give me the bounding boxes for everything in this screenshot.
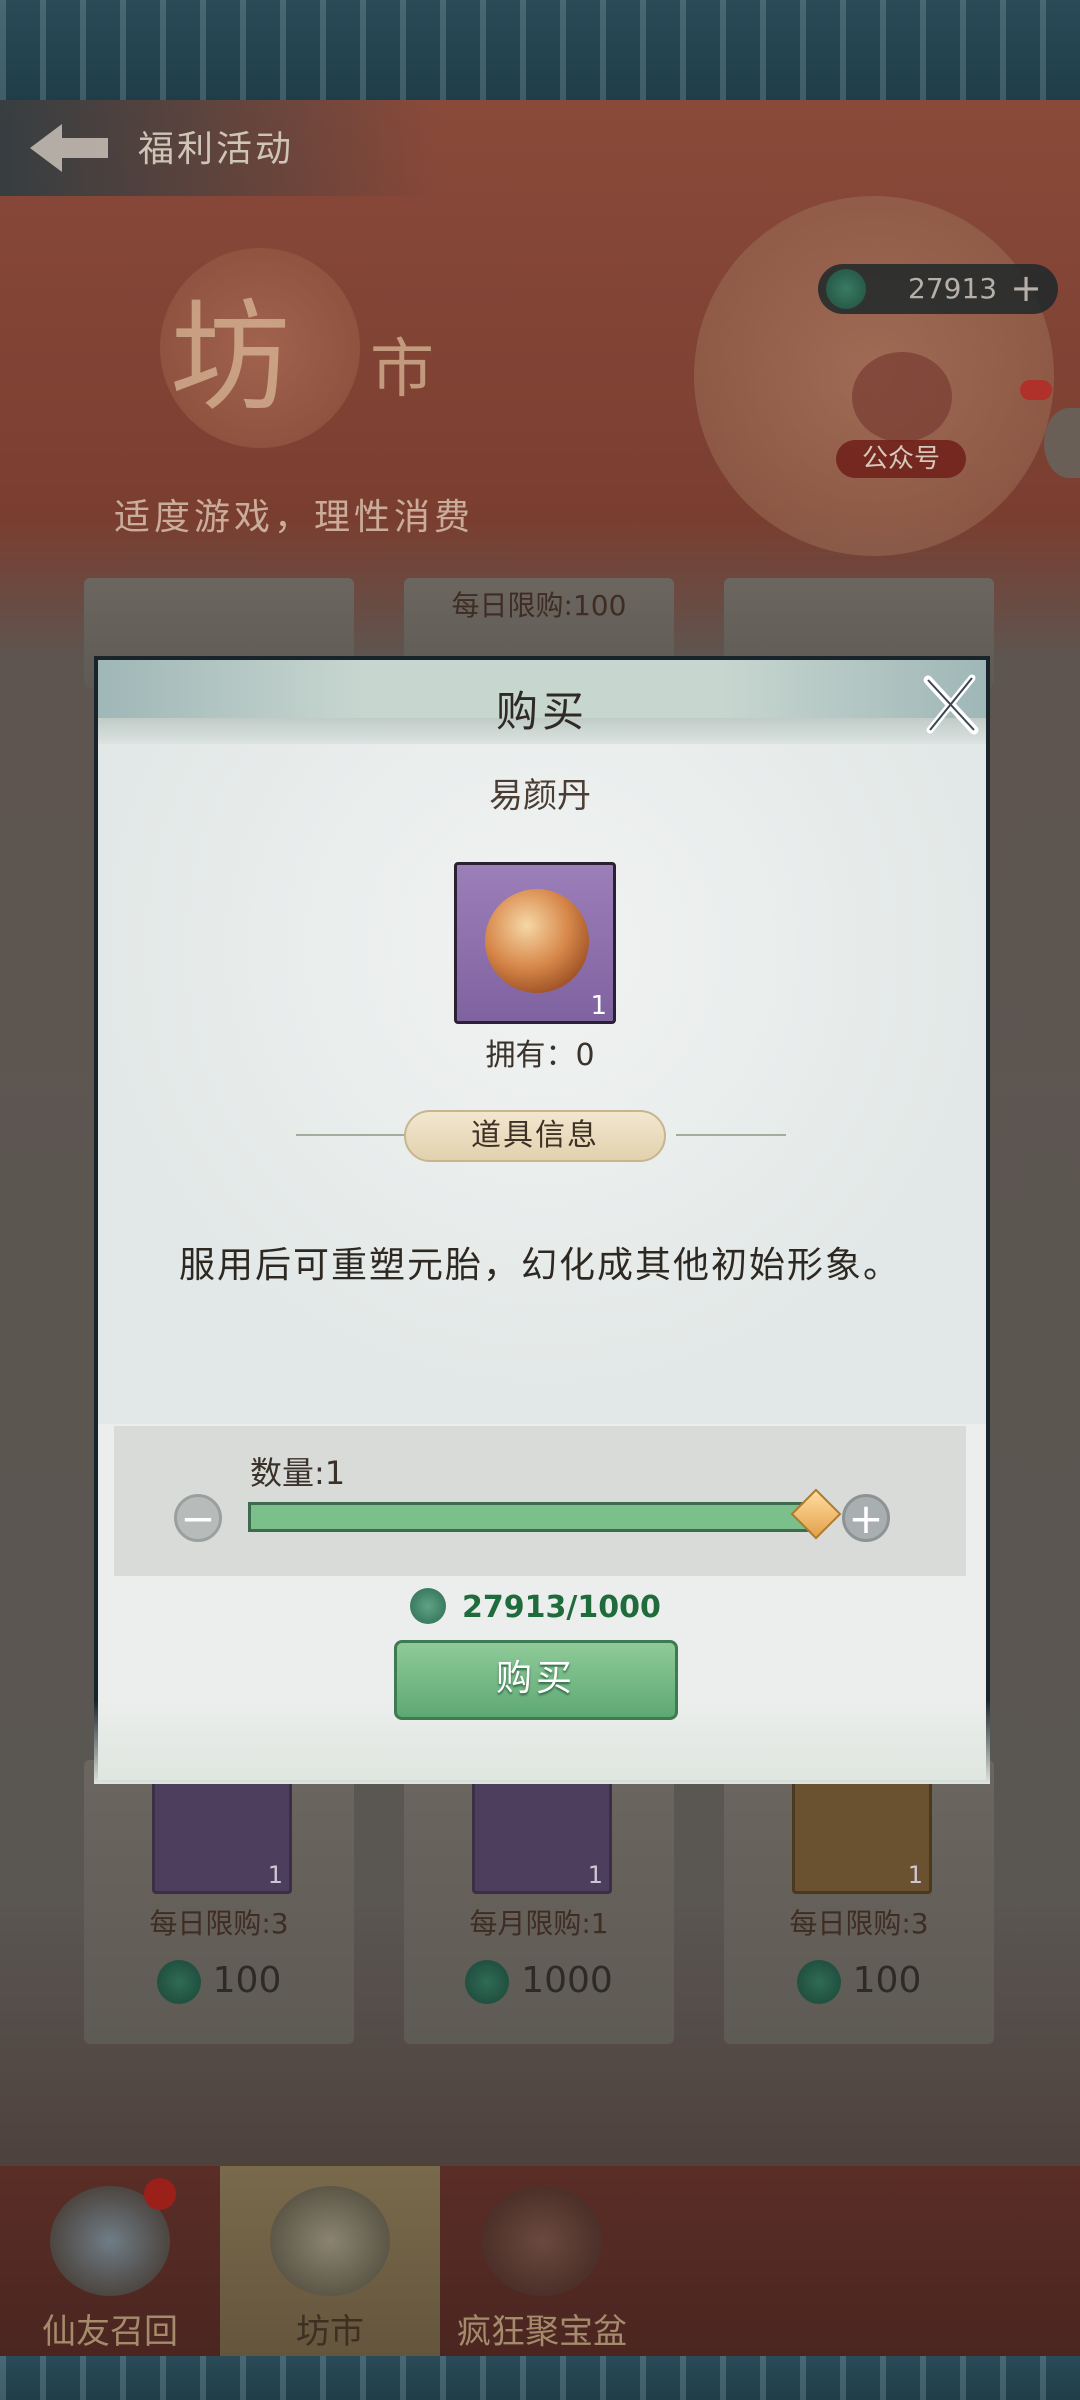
card-item-qty: 1	[267, 1861, 283, 1889]
decrease-button[interactable]: −	[174, 1494, 222, 1542]
page-title: 福利活动	[138, 129, 295, 170]
jade-coin-icon	[156, 1960, 201, 2004]
wechat-label[interactable]: 公众号	[836, 440, 966, 478]
card-limit: 每月限购:1	[469, 1907, 609, 1940]
jade-coin-icon	[410, 1588, 446, 1624]
card-price-value: 100	[212, 1960, 282, 2001]
card-price: 100	[84, 1960, 354, 2004]
shop-title-big: 坊	[170, 289, 290, 428]
card-price-value: 100	[852, 1960, 922, 2001]
dialog-body	[98, 744, 986, 1424]
tab-label: 疯狂聚宝盆	[457, 2312, 627, 2352]
card-limit: 每日限购:100	[451, 589, 627, 622]
tab-friend-recall[interactable]: 仙友召回	[0, 2166, 220, 2356]
close-icon[interactable]	[918, 672, 982, 736]
cost-display: 27913/1000	[462, 1590, 661, 1625]
card-item-qty: 1	[587, 1861, 603, 1889]
divider-right	[676, 1134, 786, 1136]
tab-label: 坊市	[296, 2312, 364, 2352]
card-limit: 每日限购:3	[149, 1907, 289, 1940]
currency-display: 27913 +	[818, 264, 1058, 314]
jade-coin-icon	[465, 1960, 510, 2004]
card-item-icon: 1	[152, 1778, 292, 1894]
back-arrow-icon[interactable]	[24, 118, 114, 178]
elixir-orb-icon	[485, 889, 589, 993]
card-price: 1000	[404, 1960, 674, 2004]
add-currency-button[interactable]: +	[1010, 266, 1042, 310]
bottom-decor-strip	[0, 2356, 1080, 2400]
slider-fill	[251, 1505, 817, 1529]
jade-coin-icon	[796, 1960, 841, 2004]
market-icon	[270, 2186, 390, 2296]
shop-title-small: 市	[370, 333, 434, 407]
item-name: 易颜丹	[489, 776, 591, 816]
buy-button[interactable]: 购买	[394, 1640, 678, 1720]
item-icon-frame: 1	[454, 862, 616, 1024]
tab-label: 仙友召回	[42, 2312, 178, 2352]
shop-card[interactable]: 1 每日限购:3 100	[724, 1760, 994, 2044]
tab-treasure-bowl[interactable]: 疯狂聚宝盆	[412, 2166, 672, 2356]
card-item-qty: 1	[907, 1861, 923, 1889]
card-price: 100	[724, 1960, 994, 2004]
quantity-panel	[114, 1426, 966, 1576]
slogan: 适度游戏，理性消费	[114, 497, 475, 538]
card-price-value: 1000	[521, 1960, 613, 2001]
item-info-tag: 道具信息	[404, 1110, 666, 1162]
quantity-label: 数量:1	[250, 1454, 346, 1492]
quantity-slider[interactable]	[248, 1502, 820, 1532]
wechat-icon[interactable]	[852, 352, 952, 442]
currency-value: 27913	[908, 272, 998, 305]
jade-coin-icon	[826, 269, 866, 309]
shop-card[interactable]: 1 每日限购:3 100	[84, 1760, 354, 2044]
top-decor-strip	[0, 0, 1080, 100]
notification-dot	[1020, 380, 1052, 400]
owned-count: 拥有：0	[485, 1038, 595, 1073]
increase-button[interactable]: +	[842, 1494, 890, 1542]
shop-card[interactable]: 1 每月限购:1 1000	[404, 1760, 674, 2044]
dialog-header: 购买	[98, 660, 986, 744]
dialog-title: 购买	[495, 687, 588, 736]
treasure-bowl-icon	[482, 2186, 602, 2296]
item-qty-badge: 1	[590, 991, 607, 1021]
item-description: 服用后可重塑元胎，幻化成其他初始形象。	[178, 1245, 901, 1286]
divider-left	[296, 1134, 406, 1136]
card-item-icon: 1	[472, 1778, 612, 1894]
badge-dot	[144, 2178, 176, 2210]
tab-market[interactable]: 坊市	[220, 2166, 440, 2356]
card-item-icon: 1	[792, 1778, 932, 1894]
card-limit: 每日限购:3	[789, 1907, 929, 1940]
